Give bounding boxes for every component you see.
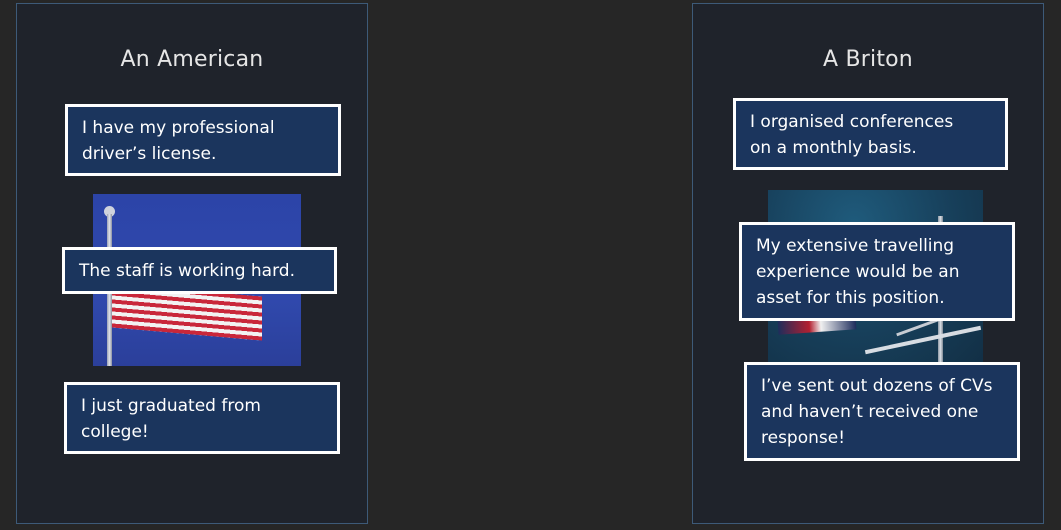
american-card-3: I just graduated from college!: [64, 382, 340, 454]
briton-card-3: I’ve sent out dozens of CVs and haven’t …: [744, 362, 1020, 461]
american-card-1: I have my professional driver’s license.: [65, 104, 341, 176]
briton-panel-title: A Briton: [823, 47, 913, 72]
american-card-2: The staff is working hard.: [62, 247, 337, 294]
briton-panel: A Briton I organised conferences on a mo…: [692, 3, 1044, 524]
slide-canvas: An American I have my professional drive…: [0, 0, 1061, 530]
flagpole-crossbar: [864, 325, 982, 355]
american-panel-title: An American: [120, 47, 264, 72]
american-panel: An American I have my professional drive…: [16, 3, 368, 524]
briton-card-1: I organised conferences on a monthly bas…: [733, 98, 1008, 170]
briton-card-2: My extensive travelling experience would…: [739, 222, 1015, 321]
